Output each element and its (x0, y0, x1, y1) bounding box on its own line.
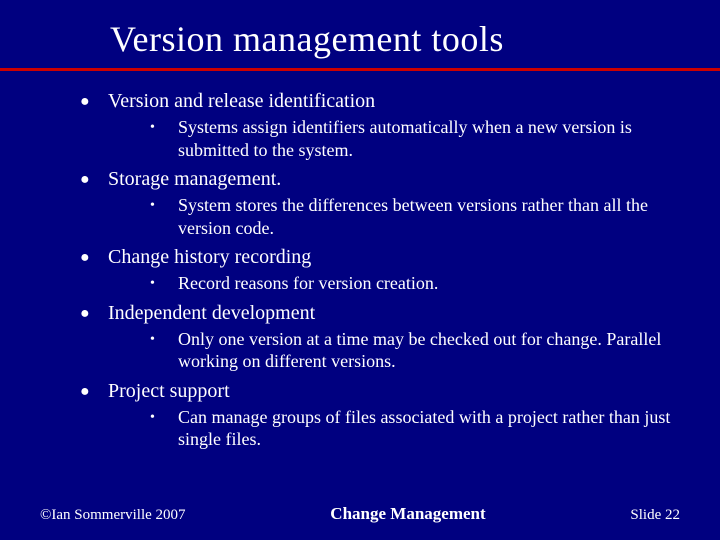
bullet-item: ● Change history recording (80, 245, 680, 270)
sub-bullet-item: • Can manage groups of files associated … (150, 406, 680, 451)
sub-bullet-text: Systems assign identifiers automatically… (178, 116, 680, 161)
sub-bullet-text: Record reasons for version creation. (178, 272, 680, 295)
sub-bullet-text: Can manage groups of files associated wi… (178, 406, 680, 451)
sub-bullet-dot-icon: • (150, 194, 178, 215)
slide-body: ● Version and release identification • S… (0, 89, 720, 451)
sub-bullet-item: • Only one version at a time may be chec… (150, 328, 680, 373)
slide-footer: ©Ian Sommerville 2007 Change Management … (0, 504, 720, 524)
sub-bullet-dot-icon: • (150, 328, 178, 349)
bullet-text: Independent development (108, 301, 680, 326)
slide-title: Version management tools (0, 0, 720, 68)
slide: Version management tools ● Version and r… (0, 0, 720, 540)
sub-bullet-dot-icon: • (150, 116, 178, 137)
bullet-text: Version and release identification (108, 89, 680, 114)
bullet-text: Storage management. (108, 167, 680, 192)
bullet-dot-icon: ● (80, 167, 108, 190)
bullet-item: ● Storage management. (80, 167, 680, 192)
bullet-dot-icon: ● (80, 301, 108, 324)
bullet-dot-icon: ● (80, 245, 108, 268)
bullet-dot-icon: ● (80, 89, 108, 112)
bullet-item: ● Project support (80, 379, 680, 404)
sub-bullet-dot-icon: • (150, 406, 178, 427)
title-underline (0, 68, 720, 71)
bullet-text: Project support (108, 379, 680, 404)
sub-bullet-item: • Systems assign identifiers automatical… (150, 116, 680, 161)
bullet-text: Change history recording (108, 245, 680, 270)
sub-bullet-text: System stores the differences between ve… (178, 194, 680, 239)
footer-right: Slide 22 (630, 507, 680, 524)
sub-bullet-text: Only one version at a time may be checke… (178, 328, 680, 373)
sub-bullet-item: • System stores the differences between … (150, 194, 680, 239)
sub-bullet-item: • Record reasons for version creation. (150, 272, 680, 295)
bullet-dot-icon: ● (80, 379, 108, 402)
bullet-item: ● Version and release identification (80, 89, 680, 114)
footer-center: Change Management (330, 504, 485, 524)
sub-bullet-dot-icon: • (150, 272, 178, 293)
bullet-item: ● Independent development (80, 301, 680, 326)
footer-left: ©Ian Sommerville 2007 (40, 507, 186, 524)
